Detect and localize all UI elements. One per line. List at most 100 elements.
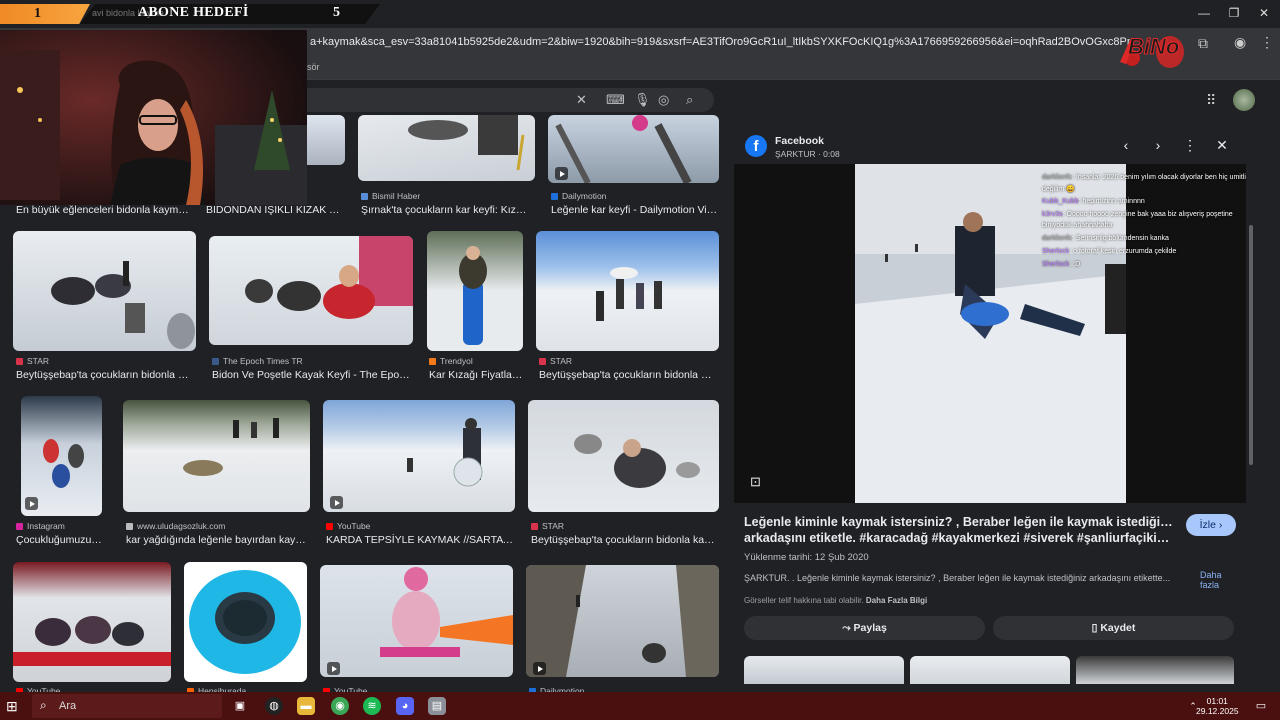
google-apps-icon[interactable]: ⠿ <box>1206 92 1216 109</box>
result-thumb-16[interactable] <box>526 565 719 677</box>
webcam-overlay <box>0 30 307 205</box>
taskbar-clock[interactable]: 01:01 29.12.2025 <box>1196 696 1239 716</box>
panel-site-name[interactable]: Facebook <box>775 135 824 147</box>
result-source: Bismil Haber <box>361 191 420 201</box>
close-window-icon[interactable]: ✕ <box>1256 6 1272 20</box>
chat-line: biniyoduk ahahhahaha <box>1042 222 1113 229</box>
spotify-icon[interactable]: ≋ <box>363 697 381 715</box>
restore-icon[interactable]: ❐ <box>1226 6 1242 20</box>
result-source: Trendyol <box>429 356 473 366</box>
more-link[interactable]: Daha fazla <box>1200 570 1240 590</box>
previous-icon[interactable]: ‹ <box>1118 137 1134 153</box>
obs-icon[interactable]: ◍ <box>265 697 283 715</box>
mic-icon[interactable]: 🎙 <box>634 92 651 108</box>
related-thumb[interactable] <box>910 656 1070 684</box>
search-icon: ⌕ <box>40 698 47 712</box>
result-thumb-15[interactable] <box>320 565 513 677</box>
search-icon[interactable]: ⌕ <box>686 92 693 108</box>
keyboard-icon[interactable]: ⌨ <box>606 92 625 108</box>
video-badge-icon <box>25 497 38 510</box>
url-field[interactable]: a+kaymak&sca_esv=33a81041b5925de2&udm=2&… <box>310 36 1130 48</box>
result-caption[interactable]: KARDA TEPSİYLE KAYMAK //SARTAVU... <box>326 534 514 546</box>
chat-line: k3rv3s: Ooooo hoooo zengine bak yaaa biz… <box>1042 211 1233 218</box>
result-source: www.uludagsozluk.com <box>126 521 225 531</box>
logo-text: BiNo <box>1127 34 1180 60</box>
result-thumb-10[interactable] <box>123 400 310 512</box>
upload-date: Yüklenme tarihi: 12 Şub 2020 <box>744 552 869 563</box>
result-thumb-6[interactable] <box>209 236 413 345</box>
task-view-icon[interactable]: ▣ <box>231 697 249 715</box>
panel-subtitle: ŞARKTUR · 0:08 <box>775 149 840 159</box>
chat-line: darklionfc: İnsanlar 2026 benim yılım ol… <box>1042 174 1246 181</box>
result-caption[interactable]: Çocukluğumuzun ... <box>16 534 106 546</box>
result-source: STAR <box>539 356 572 366</box>
result-source: YouTube <box>326 521 370 531</box>
result-thumb-14[interactable] <box>184 562 307 682</box>
more-options-icon[interactable]: ⋮ <box>1182 137 1198 154</box>
account-avatar[interactable] <box>1233 89 1255 111</box>
video-badge-icon <box>555 167 568 180</box>
result-caption[interactable]: Beytüşşebap'ta çocukların bidonla kay... <box>16 369 192 381</box>
result-thumb-7[interactable] <box>427 231 523 351</box>
file-explorer-icon[interactable]: ▬ <box>297 697 315 715</box>
clear-icon[interactable]: ✕ <box>576 92 587 108</box>
lens-icon[interactable]: ⊡ <box>750 474 761 490</box>
app-icon[interactable]: ▤ <box>428 697 446 715</box>
webcam-feed <box>0 30 307 205</box>
discord-icon[interactable]: ◕ <box>396 697 414 715</box>
chat-line: darklionfc: Serinsinlg bölümdensin kanka <box>1042 235 1169 242</box>
result-caption[interactable]: Beytüşşebap'ta çocukların bidonla kayak … <box>531 534 717 546</box>
result-source: Dailymotion <box>551 191 606 201</box>
result-thumb-11[interactable] <box>323 400 515 512</box>
panel-scrollbar[interactable] <box>1248 130 1254 680</box>
video-preview[interactable]: ⊡ darklionfc: İnsanlar 2026 benim yılım … <box>734 164 1246 503</box>
related-thumb[interactable] <box>1076 656 1234 684</box>
profile-icon[interactable]: ◉ <box>1234 34 1246 51</box>
share-button[interactable]: ⤳ Paylaş <box>744 616 985 640</box>
video-badge-icon <box>330 496 343 509</box>
next-icon[interactable]: › <box>1150 137 1166 153</box>
chat-line: değilim 😄 <box>1042 186 1075 193</box>
notifications-icon[interactable]: ▭ <box>1252 697 1270 715</box>
result-caption[interactable]: kar yağdığında leğenle bayırdan kayma... <box>126 534 306 546</box>
overlay-count: 1 <box>0 4 90 24</box>
result-caption[interactable]: Leğenle kar keyfi - Dailymotion Video <box>551 204 719 216</box>
windows-taskbar: ⊞ ⌕ Ara ▣ ◍ ▬ ◉ ≋ ◕ ▤ ⌃ 01:01 29.12.2025… <box>0 692 1280 720</box>
chat-line: Sherlock: o fotoraf kesin erzurumda çeki… <box>1042 248 1177 255</box>
menu-kebab-icon[interactable]: ⋮ <box>1260 34 1274 51</box>
chat-line: Kubb_Kubb: hepimizinn aminnnn <box>1042 198 1145 205</box>
lens-search-icon[interactable]: ◎ <box>658 92 669 108</box>
result-thumb-2[interactable] <box>358 115 535 181</box>
result-thumb-5[interactable] <box>13 231 196 351</box>
result-caption[interactable]: BIDONDAN IŞIKLI KIZAK YA... <box>206 204 341 216</box>
windows-start-icon[interactable]: ⊞ <box>6 698 18 715</box>
taskbar-search-placeholder: Ara <box>59 700 77 712</box>
copyright-note: Görseller telif hakkına tabi olabilir. D… <box>744 596 928 605</box>
result-thumb-12[interactable] <box>528 400 719 512</box>
result-caption[interactable]: Kar Kızağı Fiyatları ... <box>429 369 525 381</box>
search-box[interactable]: ✕ ⌨ 🎙 ◎ ⌕ <box>300 88 714 112</box>
result-source: STAR <box>531 521 564 531</box>
goal-label: ABONE HEDEFİ <box>138 5 249 20</box>
extensions-icon[interactable]: ⧉ <box>1198 35 1208 52</box>
result-caption[interactable]: Bidon Ve Poşetle Kayak Keyfi - The Epoch… <box>212 369 412 381</box>
close-panel-icon[interactable]: ✕ <box>1214 137 1230 154</box>
result-caption[interactable]: Beytüşşebap'ta çocukların bidonla kay... <box>539 369 715 381</box>
result-thumb-3[interactable] <box>548 115 719 183</box>
related-thumb[interactable] <box>744 656 904 684</box>
result-caption[interactable]: Şırnak'ta çocukların kar keyfi: Kızak v.… <box>361 204 531 216</box>
facebook-icon: f <box>745 135 767 157</box>
save-button[interactable]: ▯ Kaydet <box>993 616 1234 640</box>
goal-number: 5 <box>333 5 340 20</box>
result-thumb-9[interactable] <box>21 396 102 516</box>
video-title[interactable]: Leğenle kiminle kaymak istersiniz? , Ber… <box>744 514 1174 546</box>
chrome-icon[interactable]: ◉ <box>331 697 349 715</box>
learn-more-link[interactable]: Daha Fazla Bilgi <box>866 596 927 605</box>
minimize-icon[interactable]: — <box>1196 6 1212 20</box>
result-thumb-13[interactable] <box>13 562 171 682</box>
result-source: STAR <box>16 356 49 366</box>
taskbar-search[interactable]: ⌕ Ara <box>32 694 222 718</box>
result-caption[interactable]: En büyük eğlenceleri bidonla kaymak ... <box>16 204 191 216</box>
result-thumb-8[interactable] <box>536 231 719 351</box>
watch-button[interactable]: İzle › <box>1186 514 1236 536</box>
